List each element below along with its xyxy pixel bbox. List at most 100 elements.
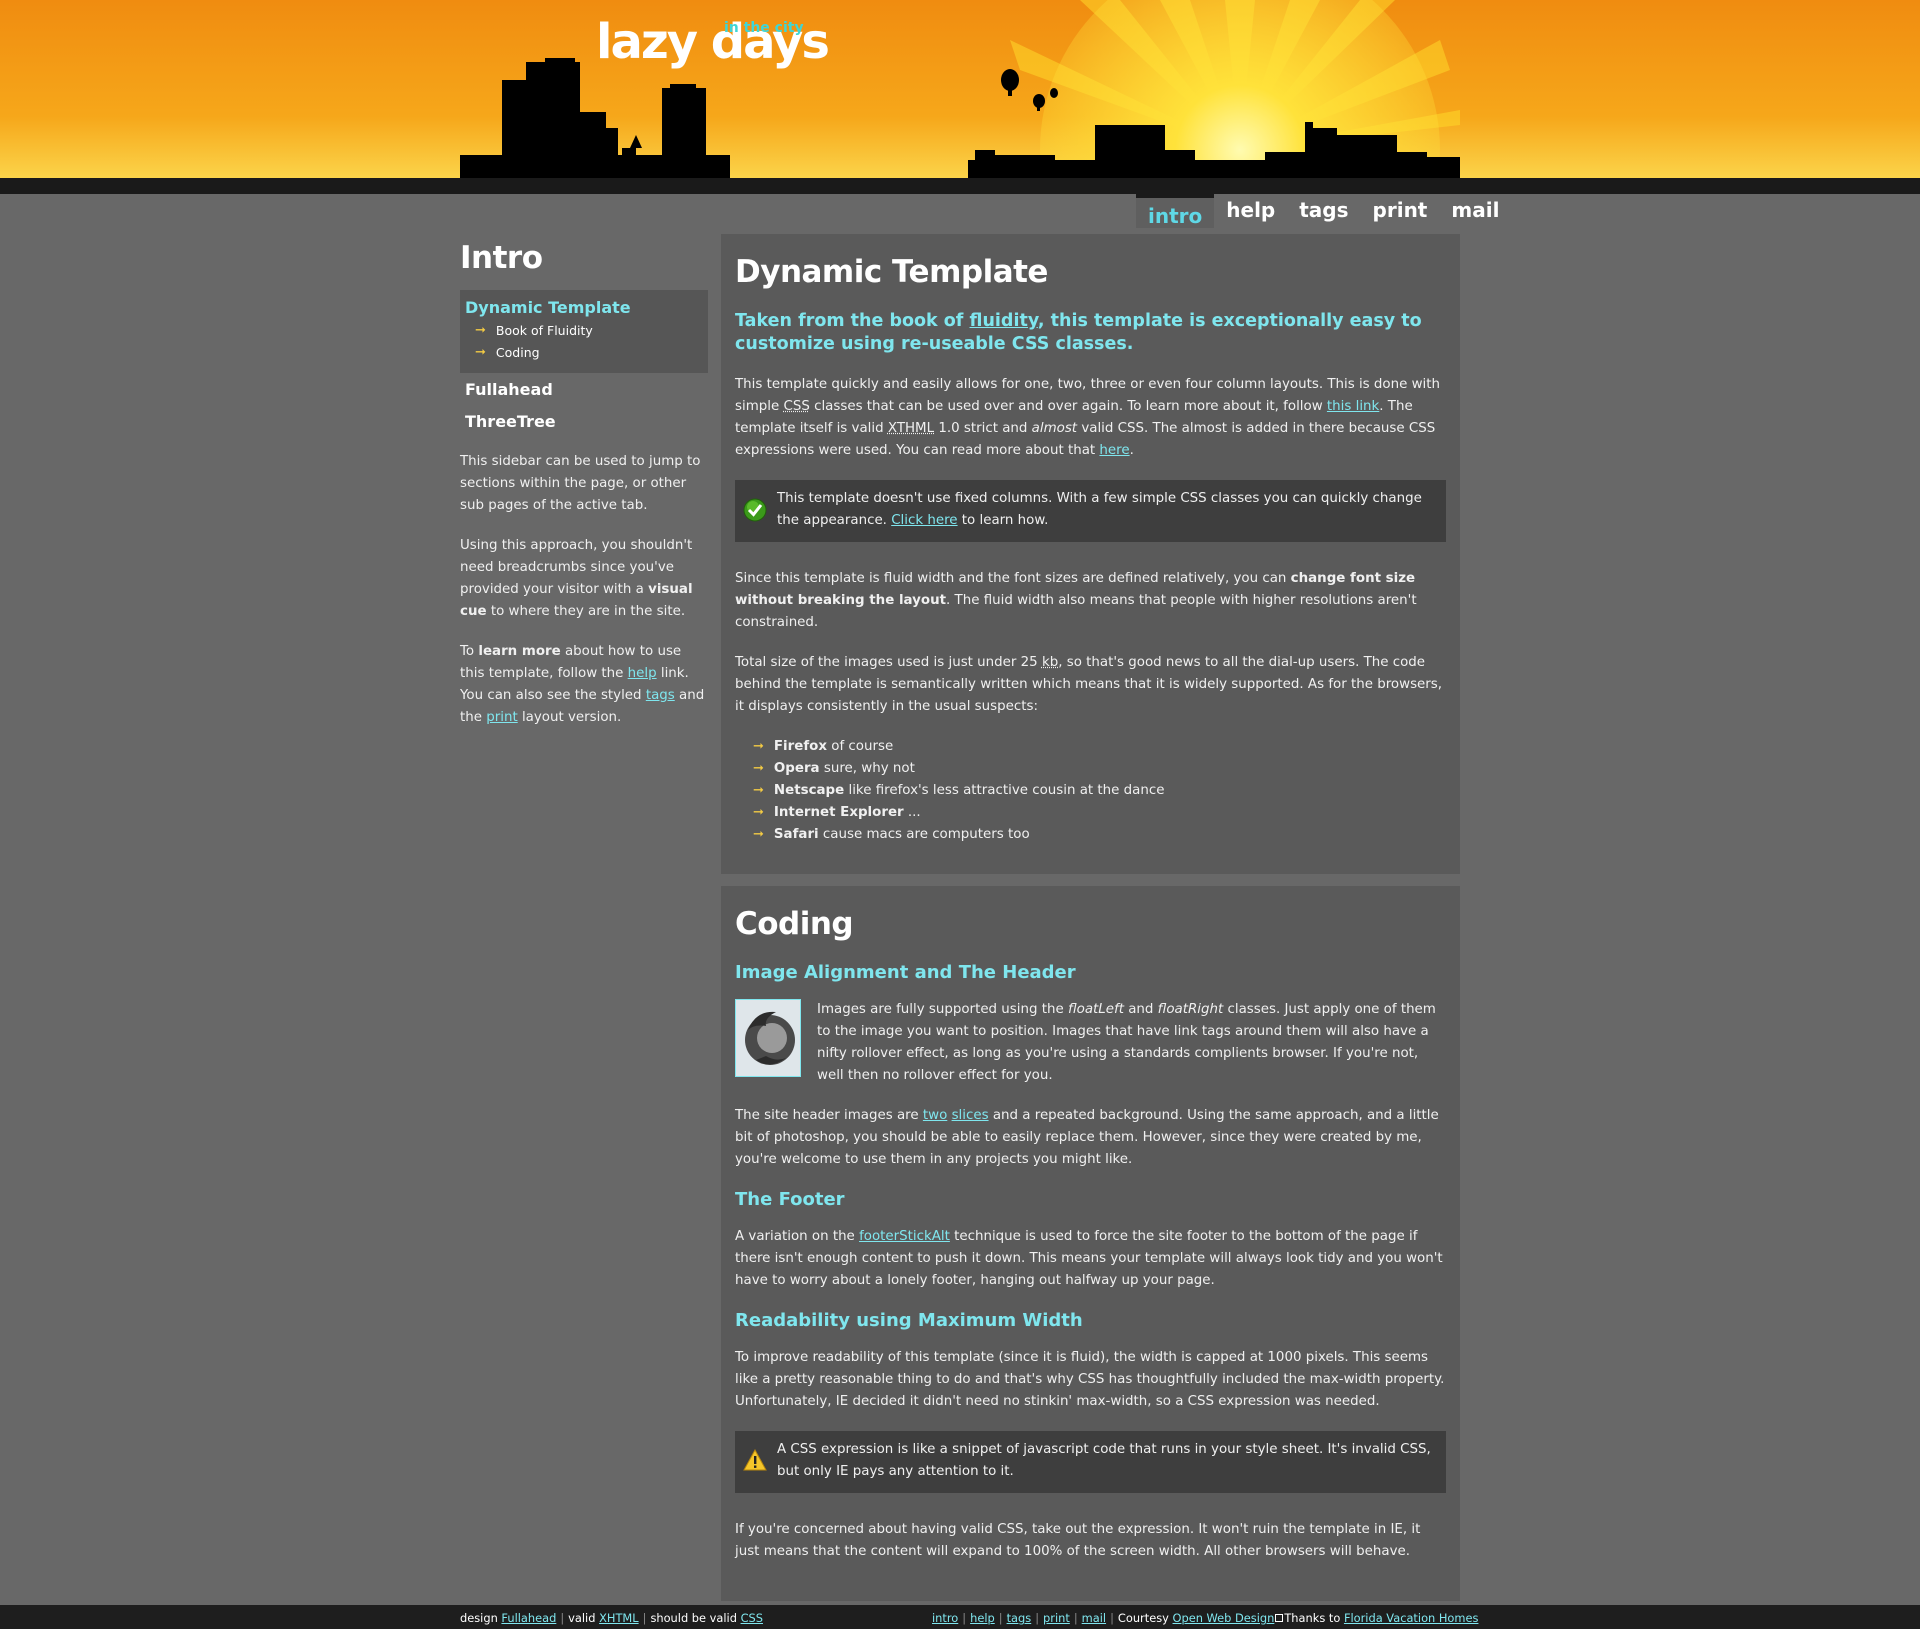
subsection-title: The Footer — [735, 1189, 845, 1210]
sidebar-paragraph: This sidebar can be used to jump to sect… — [460, 454, 701, 513]
footerstickalt-link[interactable]: footerStickAlt — [859, 1229, 950, 1244]
two-link[interactable]: two — [923, 1108, 947, 1123]
arrow-right-icon: ➞ — [753, 739, 764, 754]
footer-link-tags[interactable]: tags — [1007, 1611, 1032, 1625]
bold-text: learn more — [478, 644, 561, 659]
footer-link-intro[interactable]: intro — [932, 1611, 958, 1625]
sidebar-item-fullahead[interactable]: Fullahead — [460, 373, 708, 405]
arrow-right-icon: ➞ — [753, 761, 764, 776]
arrow-right-icon: ➞ — [475, 345, 486, 360]
sidebar-text: This sidebar can be used to jump to sect… — [460, 451, 708, 729]
paragraph: A variation on the footerStickAlt techni… — [735, 1226, 1446, 1292]
section-title: Coding — [735, 906, 854, 942]
sidebar-subitem-book-of-fluidity[interactable]: ➞ Book of Fluidity — [475, 323, 703, 338]
italic-text: almost — [1031, 421, 1078, 436]
list-item: ➞ Safari cause macs are computers too — [753, 824, 1446, 846]
slices-link[interactable]: slices — [952, 1108, 989, 1123]
paragraph: Since this template is fluid width and t… — [735, 568, 1446, 634]
sidebar-paragraph: Using this approach, you shouldn't need … — [460, 535, 708, 623]
open-web-design-link[interactable]: Open Web Design — [1173, 1611, 1275, 1625]
tab-mail[interactable]: mail — [1439, 196, 1511, 230]
list-item: ➞ Firefox of course — [753, 736, 1446, 758]
text: Courtesy — [1117, 1611, 1173, 1625]
text: to learn how. — [957, 513, 1049, 528]
tags-link[interactable]: tags — [646, 688, 675, 703]
browser-name: Netscape — [773, 783, 845, 798]
abbr-kb: kb — [1041, 655, 1059, 670]
sidebar-active-group: Dynamic Template ➞ Book of Fluidity ➞ Co… — [460, 290, 708, 373]
separator: | — [560, 1611, 565, 1625]
this-link[interactable]: this link — [1327, 399, 1379, 414]
list-item: ➞ Opera sure, why not — [753, 758, 1446, 780]
fluidity-link[interactable]: fluidity — [970, 311, 1038, 331]
sidebar: Intro Dynamic Template ➞ Book of Fluidit… — [460, 240, 708, 747]
sidebar-title: Intro — [460, 240, 543, 276]
italic-text: floatLeft — [1067, 1002, 1124, 1017]
main-nav: intro help tags print mail — [1136, 194, 1511, 230]
logo-tagline: in the city — [724, 20, 804, 36]
florida-vacation-homes-link[interactable]: Florida Vacation Homes — [1344, 1611, 1479, 1625]
list-item: ➞ Internet Explorer ... — [753, 802, 1446, 824]
browser-note: sure, why not — [819, 761, 915, 776]
arrow-right-icon: ➞ — [475, 323, 486, 338]
xhtml-link[interactable]: XHTML — [599, 1611, 639, 1625]
separator: | — [1110, 1611, 1114, 1625]
abbr-css: CSS — [783, 399, 810, 414]
tab-print[interactable]: print — [1361, 196, 1440, 230]
print-link[interactable]: print — [486, 710, 517, 725]
text: To — [460, 644, 479, 659]
broken-glyph-icon — [1275, 1614, 1284, 1622]
arrow-right-icon: ➞ — [753, 783, 764, 798]
arrow-right-icon: ➞ — [753, 805, 764, 820]
text: classes that can be used over and over a… — [809, 399, 1327, 414]
text: layout version. — [517, 710, 622, 725]
separator: | — [1073, 1611, 1078, 1625]
browser-name: Safari — [773, 827, 819, 842]
checkmark-icon — [743, 498, 767, 530]
tab-help[interactable]: help — [1214, 196, 1287, 230]
text: valid — [568, 1611, 600, 1625]
paragraph: This template quickly and easily allows … — [735, 374, 1446, 462]
help-link[interactable]: help — [628, 666, 657, 681]
tab-tags[interactable]: tags — [1287, 196, 1360, 230]
text: Since this template is fluid width and t… — [735, 571, 1291, 586]
separator: | — [962, 1611, 967, 1625]
text: 1.0 strict and — [934, 421, 1032, 436]
sidebar-subitem-coding[interactable]: ➞ Coding — [475, 345, 703, 360]
text: should be valid — [650, 1611, 741, 1625]
sidebar-subitem-label: Book of Fluidity — [495, 323, 593, 338]
browser-name: Firefox — [773, 739, 827, 754]
sidebar-paragraph: To learn more about how to use this temp… — [460, 641, 708, 729]
paragraph: To improve readability of this template … — [735, 1350, 1445, 1409]
browser-note: like firefox's less attractive cousin at… — [844, 783, 1165, 798]
arrow-right-icon: ➞ — [753, 827, 764, 842]
firefox-icon — [736, 1000, 800, 1076]
footer-credits: design Fullahead | valid XHTML | should be v… — [460, 1611, 763, 1625]
sidebar-item-dynamic-template[interactable]: Dynamic Template — [465, 298, 703, 317]
text: This template doesn't use fixed columns.… — [777, 491, 1422, 528]
browser-note: ... — [903, 805, 921, 820]
footer-link-print[interactable]: print — [1043, 1611, 1070, 1625]
browser-note: of course — [827, 739, 894, 754]
tab-intro[interactable]: intro — [1136, 194, 1215, 228]
info-box: This template doesn't use fixed columns.… — [735, 480, 1446, 542]
main-content: Dynamic Template Taken from the book of … — [721, 234, 1460, 1601]
sidebar-item-threetree[interactable]: ThreeTree — [460, 405, 708, 437]
here-link[interactable]: here — [1099, 443, 1129, 458]
paragraph: Total size of the images used is just un… — [735, 652, 1446, 718]
header-skyline-illustration — [460, 0, 1460, 194]
css-link[interactable]: CSS — [741, 1611, 763, 1625]
separator: | — [1035, 1611, 1040, 1625]
fullahead-link[interactable]: Fullahead — [501, 1611, 556, 1625]
firefox-logo-image[interactable] — [735, 999, 801, 1077]
text: Total size of the images used is just un… — [735, 655, 1042, 670]
lead-text: Taken from the book of fluidity, this te… — [735, 310, 1446, 356]
footer-link-help[interactable]: help — [970, 1611, 995, 1625]
footer-link-mail[interactable]: mail — [1082, 1611, 1106, 1625]
subsection-title: Readability using Maximum Width — [735, 1310, 1083, 1331]
site-header: lazy days in the city — [0, 0, 1920, 194]
sidebar-subitem-label: Coding — [495, 345, 540, 360]
text: to where they are in the site. — [486, 604, 686, 619]
warning-box: A CSS expression is like a snippet of ja… — [735, 1431, 1446, 1493]
click-here-link[interactable]: Click here — [891, 513, 957, 528]
